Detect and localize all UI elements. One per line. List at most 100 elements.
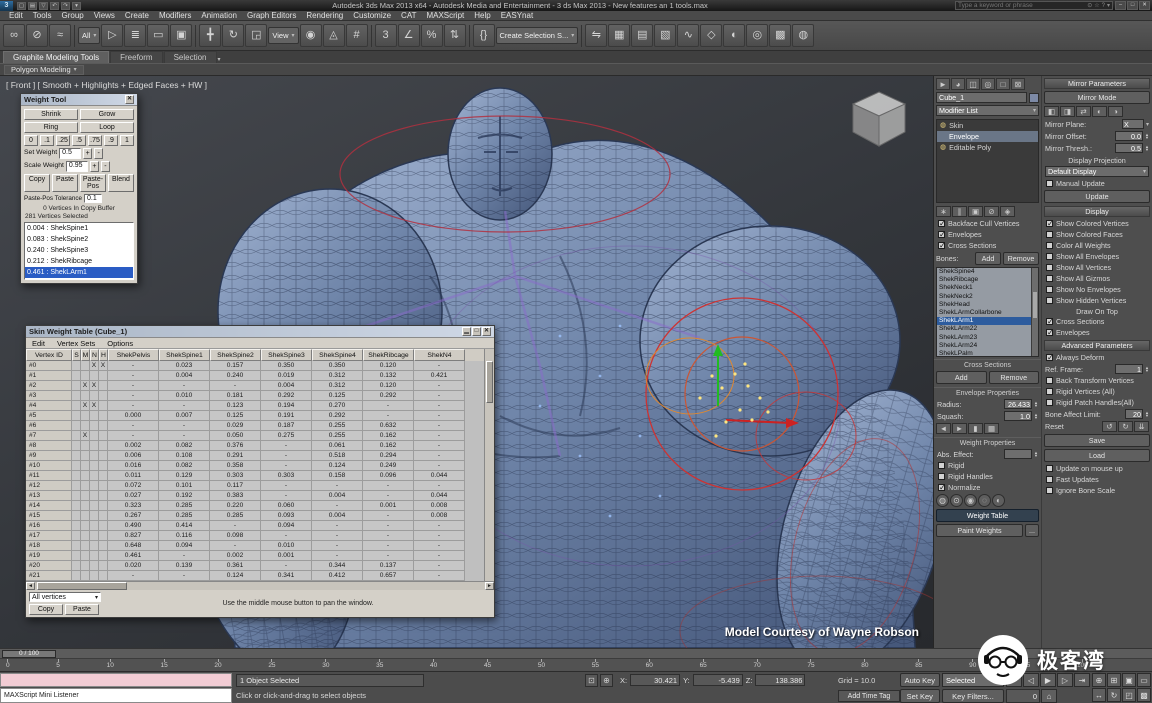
maximize-button[interactable]: □	[1127, 1, 1138, 10]
weight-cell[interactable]: 0.194	[261, 401, 312, 411]
rollout-display[interactable]: Display	[1044, 206, 1150, 217]
weight-cell[interactable]: -	[414, 541, 465, 551]
table-row[interactable]: #0XX-0.0230.1570.3500.3500.120-	[26, 361, 494, 371]
bone-list-item[interactable]: ShekLArm23	[937, 334, 1038, 342]
menu-edit[interactable]: Edit	[26, 339, 51, 348]
weight-cell[interactable]: 0.518	[312, 451, 363, 461]
snaps-toggle-icon[interactable]: 3	[375, 24, 397, 47]
modifier-list-dropdown[interactable]: Modifier List ▾	[936, 105, 1039, 116]
flag-cell[interactable]: X	[90, 401, 99, 411]
table-row[interactable]: #1-0.0040.2400.0190.3120.1320.421	[26, 371, 494, 381]
menu-animation[interactable]: Animation	[196, 11, 242, 21]
draw-on-top-option[interactable]: Cross Sections	[1042, 316, 1152, 327]
display-tab-icon[interactable]: □	[996, 78, 1010, 90]
flag-cell[interactable]	[99, 451, 108, 461]
weight-cell[interactable]: 0.096	[363, 471, 414, 481]
weight-tool-dialog[interactable]: Weight Tool ✕ ShrinkGrow RingLoop 0.1.25…	[20, 93, 138, 284]
weight-cell[interactable]: -	[312, 541, 363, 551]
weight-cell[interactable]: 0.044	[414, 471, 465, 481]
flag-cell[interactable]	[90, 421, 99, 431]
weight-cell[interactable]: 0.657	[363, 571, 414, 581]
timeline-tick[interactable]: 100	[1077, 659, 1088, 669]
squash-field[interactable]: 1.0	[1004, 411, 1032, 421]
time-slider[interactable]: 0 / 100	[2, 650, 56, 658]
blend-button[interactable]: Blend	[108, 174, 134, 192]
timeline-tick[interactable]: 15	[161, 659, 168, 669]
weight-cell[interactable]: 0.008	[414, 511, 465, 521]
weight-cell[interactable]: -	[363, 531, 414, 541]
motion-tab-icon[interactable]: ◎	[981, 78, 995, 90]
weight-cell[interactable]: 0.255	[312, 431, 363, 441]
flag-cell[interactable]	[72, 441, 81, 451]
select-option[interactable]: Envelopes	[934, 229, 1041, 240]
scrollbar-thumb[interactable]	[1033, 292, 1037, 318]
percent-snap-toggle-icon[interactable]: %	[421, 24, 443, 47]
paint-options-button[interactable]: ...	[1025, 524, 1039, 537]
weight-cell[interactable]: 0.050	[210, 431, 261, 441]
weight-cell[interactable]: 0.007	[159, 411, 210, 421]
weight-cell[interactable]: -	[414, 431, 465, 441]
save-file-icon[interactable]: ▽	[39, 2, 48, 10]
weight-cell[interactable]: 0.019	[261, 371, 312, 381]
track-bar[interactable]: 0 / 100	[0, 648, 1152, 658]
flag-cell[interactable]	[90, 551, 99, 561]
weight-cell[interactable]: 0.094	[159, 541, 210, 551]
flag-cell[interactable]	[81, 481, 90, 491]
viewport-label[interactable]: [ Front ] [ Smooth + Highlights + Edged …	[6, 80, 207, 90]
configure-modifier-sets-icon[interactable]: ◈	[1000, 206, 1015, 217]
checkbox-checked[interactable]	[938, 231, 945, 238]
help-icon[interactable]: ?	[1102, 2, 1105, 10]
checkbox-unchecked[interactable]	[1046, 264, 1053, 271]
weight-cell[interactable]: 0.098	[210, 531, 261, 541]
weight-cell[interactable]: 0.002	[108, 441, 159, 451]
named-selection-sets-dropdown[interactable]: Create Selection S...▾	[496, 27, 579, 44]
checkbox-checked[interactable]	[1046, 220, 1053, 227]
flag-cell[interactable]	[99, 501, 108, 511]
falloff-selector-icon[interactable]: ▦	[984, 423, 999, 434]
angle-snap-toggle-icon[interactable]: ∠	[398, 24, 420, 47]
coordinate-field[interactable]: -5.439	[693, 674, 743, 686]
weight-cell[interactable]: -	[414, 461, 465, 471]
chevron-down-icon[interactable]: ▾	[1107, 2, 1110, 10]
coordinate-field[interactable]: 138.386	[755, 674, 805, 686]
undo-icon[interactable]: ↶	[50, 2, 59, 10]
flag-cell[interactable]	[99, 371, 108, 381]
spinner-arrows[interactable]	[1145, 133, 1149, 140]
flag-cell[interactable]	[72, 391, 81, 401]
app-logo-icon[interactable]: 3	[0, 1, 13, 11]
flag-cell[interactable]	[72, 531, 81, 541]
flag-cell[interactable]	[72, 481, 81, 491]
maxscript-mini-listener[interactable]: MAXScript Mini Listener	[0, 688, 232, 703]
remove-cross-section-button[interactable]: Remove	[989, 371, 1040, 384]
weight-cell[interactable]: 0.285	[210, 511, 261, 521]
coordinate-field[interactable]: 30.421	[630, 674, 680, 686]
weight-cell[interactable]: -	[414, 561, 465, 571]
weight-cell[interactable]: -	[312, 501, 363, 511]
flag-cell[interactable]	[72, 551, 81, 561]
select-and-link-icon[interactable]: ∞	[3, 24, 25, 47]
timeline-tick[interactable]: 85	[915, 659, 922, 669]
layer-manager-icon[interactable]: ▤	[631, 24, 653, 47]
table-row[interactable]: #110.0110.1290.3030.3030.1580.0960.044	[26, 471, 494, 481]
weight-cell[interactable]: 0.157	[210, 361, 261, 371]
draw-on-top-option[interactable]: Envelopes	[1042, 327, 1152, 338]
bone-weight-entry[interactable]: 0.004 : ShekSpine1	[25, 223, 133, 234]
increment-button[interactable]: +	[83, 148, 92, 159]
weight-cell[interactable]: 0.285	[159, 501, 210, 511]
bone-list-item[interactable]: ShekLArm1	[937, 317, 1038, 325]
rendered-frame-window-icon[interactable]: ▩	[769, 24, 791, 47]
menu-rendering[interactable]: Rendering	[301, 11, 348, 21]
timeline-tick[interactable]: 10	[107, 659, 114, 669]
search-input[interactable]	[958, 2, 1085, 9]
flag-cell[interactable]	[81, 361, 90, 371]
weight-cell[interactable]: 0.000	[108, 411, 159, 421]
bake-selected-verts-icon[interactable]: ◌	[978, 494, 991, 507]
weight-cell[interactable]: -	[363, 551, 414, 561]
weight-cell[interactable]: 0.827	[108, 531, 159, 541]
checkbox-unchecked[interactable]	[1046, 377, 1053, 384]
display-option[interactable]: Color All Weights	[1042, 240, 1152, 251]
weight-preset-.75[interactable]: .75	[88, 135, 102, 146]
column-header[interactable]: H	[99, 349, 108, 361]
field-of-view-icon[interactable]: ▭	[1137, 673, 1151, 687]
weight-preset-.25[interactable]: .25	[56, 135, 70, 146]
